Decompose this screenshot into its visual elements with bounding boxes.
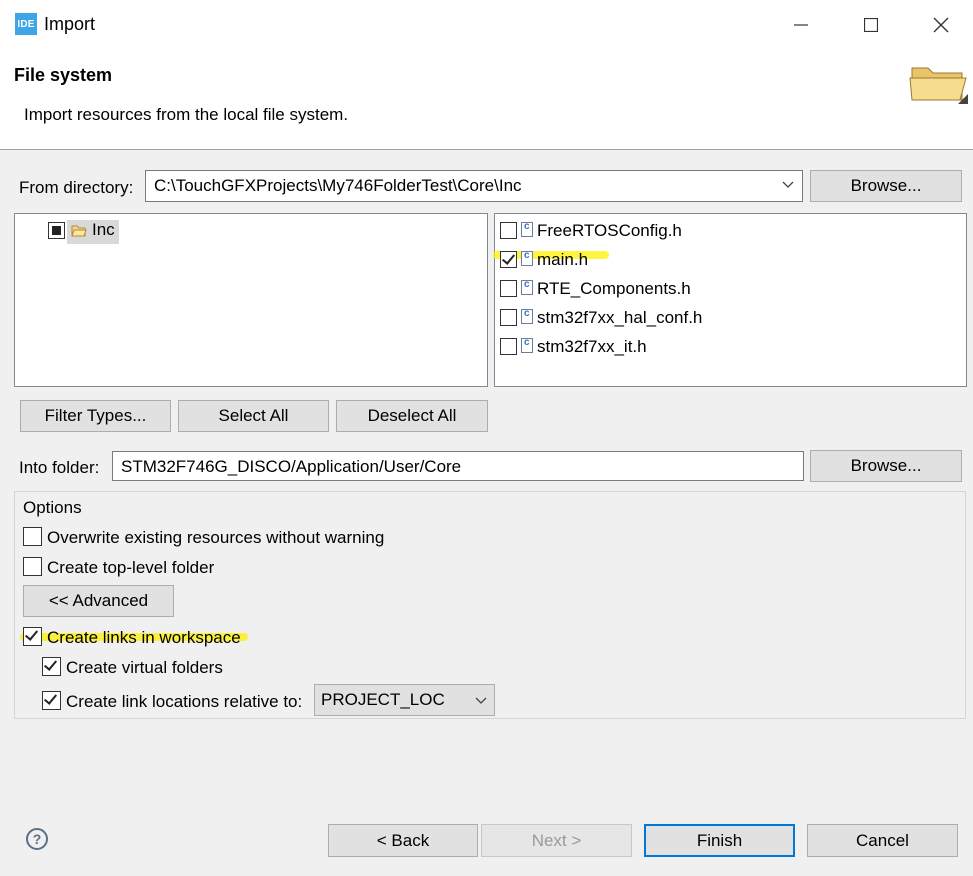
- finish-button[interactable]: Finish: [644, 824, 795, 857]
- into-folder-browse-button[interactable]: Browse...: [810, 450, 962, 482]
- close-button[interactable]: [912, 0, 970, 50]
- into-folder-label: Into folder:: [19, 458, 100, 477]
- top-level-folder-checkbox[interactable]: [23, 557, 42, 576]
- title-bar: IDE Import: [0, 0, 973, 50]
- file-item-label[interactable]: main.h: [537, 250, 588, 270]
- window-title: Import: [44, 14, 96, 34]
- minimize-button[interactable]: [772, 0, 830, 50]
- help-icon[interactable]: ?: [26, 828, 48, 850]
- page-title: File system: [14, 65, 113, 85]
- maximize-button[interactable]: [842, 0, 900, 50]
- relative-to-selected-value: PROJECT_LOC: [321, 690, 445, 709]
- maximize-icon: [864, 18, 878, 32]
- file-item-label[interactable]: stm32f7xx_hal_conf.h: [537, 308, 702, 328]
- overwrite-checkbox[interactable]: [23, 527, 42, 546]
- c-header-file-icon: [521, 337, 533, 353]
- chevron-down-icon[interactable]: [782, 180, 794, 190]
- options-group-label: Options: [23, 498, 82, 517]
- folder-tree[interactable]: Inc: [14, 213, 488, 387]
- file-item-label[interactable]: RTE_Components.h: [537, 279, 691, 299]
- next-button[interactable]: Next >: [481, 824, 632, 857]
- c-header-file-icon: [521, 279, 533, 295]
- create-links-checkbox[interactable]: [23, 627, 42, 646]
- from-directory-label: From directory:: [19, 178, 134, 197]
- into-folder-value: STM32F746G_DISCO/Application/User/Core: [121, 457, 462, 476]
- into-folder-input[interactable]: STM32F746G_DISCO/Application/User/Core: [112, 451, 804, 481]
- c-header-file-icon: [521, 250, 533, 266]
- folder-wizard-icon: [909, 67, 968, 104]
- folder-open-icon: [71, 225, 87, 237]
- ide-logo-icon: IDE: [15, 13, 37, 35]
- filter-types-button[interactable]: Filter Types...: [20, 400, 171, 432]
- virtual-folders-checkbox[interactable]: [42, 657, 61, 676]
- file-list[interactable]: FreeRTOSConfig.h main.h RTE_Components.h…: [493, 213, 967, 387]
- advanced-button[interactable]: << Advanced: [23, 585, 174, 617]
- virtual-folders-label[interactable]: Create virtual folders: [66, 658, 223, 678]
- cancel-button[interactable]: Cancel: [807, 824, 958, 857]
- file-checkbox[interactable]: [500, 309, 517, 326]
- file-checkbox[interactable]: [500, 251, 517, 268]
- from-directory-combo[interactable]: C:\TouchGFXProjects\My746FolderTest\Core…: [145, 170, 803, 202]
- deselect-all-button[interactable]: Deselect All: [336, 400, 488, 432]
- chevron-down-icon[interactable]: [475, 696, 487, 706]
- file-item-label[interactable]: stm32f7xx_it.h: [537, 337, 647, 357]
- relative-to-checkbox[interactable]: [42, 691, 61, 710]
- minimize-icon: [794, 24, 808, 26]
- tree-item-label: Inc: [92, 220, 115, 239]
- file-checkbox[interactable]: [500, 280, 517, 297]
- wizard-header: File system Import resources from the lo…: [0, 50, 973, 150]
- file-item-label[interactable]: FreeRTOSConfig.h: [537, 221, 682, 241]
- from-directory-value: C:\TouchGFXProjects\My746FolderTest\Core…: [154, 176, 522, 195]
- close-icon: [933, 17, 949, 33]
- file-checkbox[interactable]: [500, 222, 517, 239]
- file-checkbox[interactable]: [500, 338, 517, 355]
- back-button[interactable]: < Back: [328, 824, 478, 857]
- overwrite-label[interactable]: Overwrite existing resources without war…: [47, 528, 384, 548]
- c-header-file-icon: [521, 221, 533, 237]
- relative-to-label[interactable]: Create link locations relative to:: [66, 692, 302, 712]
- tree-item-checkbox[interactable]: [48, 222, 65, 239]
- page-description: Import resources from the local file sys…: [24, 105, 349, 124]
- top-level-folder-label[interactable]: Create top-level folder: [47, 558, 214, 578]
- select-all-button[interactable]: Select All: [178, 400, 329, 432]
- create-links-label[interactable]: Create links in workspace: [47, 628, 241, 648]
- relative-to-select[interactable]: PROJECT_LOC: [314, 684, 495, 716]
- c-header-file-icon: [521, 308, 533, 324]
- from-directory-browse-button[interactable]: Browse...: [810, 170, 962, 202]
